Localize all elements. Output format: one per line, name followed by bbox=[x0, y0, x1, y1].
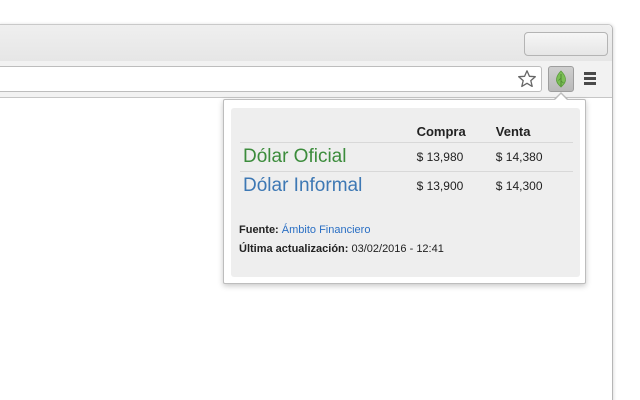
rate-compra-informal: $ 13,900 bbox=[416, 179, 464, 193]
rates-meta: Fuente: Ámbito Financiero Última actuali… bbox=[239, 221, 444, 259]
rates-table: Compra Venta Dólar Oficial $ 13,980 $ 14… bbox=[240, 120, 573, 200]
bookmark-star-icon[interactable] bbox=[517, 69, 537, 89]
browser-toolbar bbox=[0, 61, 612, 98]
hamburger-menu-icon[interactable] bbox=[582, 70, 598, 88]
source-label: Fuente: bbox=[239, 224, 279, 236]
rate-row-informal: Dólar Informal $ 13,900 $ 14,300 bbox=[240, 172, 573, 201]
rates-panel: Compra Venta Dólar Oficial $ 13,980 $ 14… bbox=[231, 108, 580, 277]
address-bar[interactable] bbox=[0, 66, 542, 92]
updated-line: Última actualización: 03/02/2016 - 12:41 bbox=[239, 240, 444, 259]
header-compra: Compra bbox=[416, 120, 496, 143]
screen: Compra Venta Dólar Oficial $ 13,980 $ 14… bbox=[0, 0, 640, 400]
leaf-icon bbox=[556, 70, 566, 88]
profile-button[interactable] bbox=[524, 32, 608, 56]
rate-compra-oficial: $ 13,980 bbox=[416, 142, 496, 172]
popup-arrow-inner bbox=[554, 94, 568, 101]
updated-value: 03/02/2016 - 12:41 bbox=[351, 243, 444, 255]
rate-row-oficial: Dólar Oficial $ 13,980 $ 14,380 bbox=[240, 142, 573, 172]
dolar-extension-button[interactable] bbox=[548, 66, 574, 92]
rate-venta-informal: $ 14,300 bbox=[495, 179, 543, 193]
rate-name-oficial: Dólar Oficial bbox=[243, 146, 347, 167]
title-bar bbox=[0, 25, 612, 61]
header-name bbox=[240, 120, 417, 143]
rates-header-row: Compra Venta bbox=[240, 120, 573, 143]
rate-name-cell: Dólar Informal bbox=[240, 172, 417, 201]
rate-venta-oficial: $ 14,380 bbox=[495, 142, 573, 172]
updated-label: Última actualización: bbox=[239, 243, 349, 255]
rate-name-cell: Dólar Oficial bbox=[240, 142, 417, 172]
extension-popup: Compra Venta Dólar Oficial $ 13,980 $ 14… bbox=[223, 99, 586, 284]
source-line: Fuente: Ámbito Financiero bbox=[239, 221, 444, 240]
source-link[interactable]: Ámbito Financiero bbox=[282, 224, 371, 236]
rate-name-informal: Dólar Informal bbox=[243, 175, 363, 196]
header-venta: Venta bbox=[495, 120, 573, 143]
